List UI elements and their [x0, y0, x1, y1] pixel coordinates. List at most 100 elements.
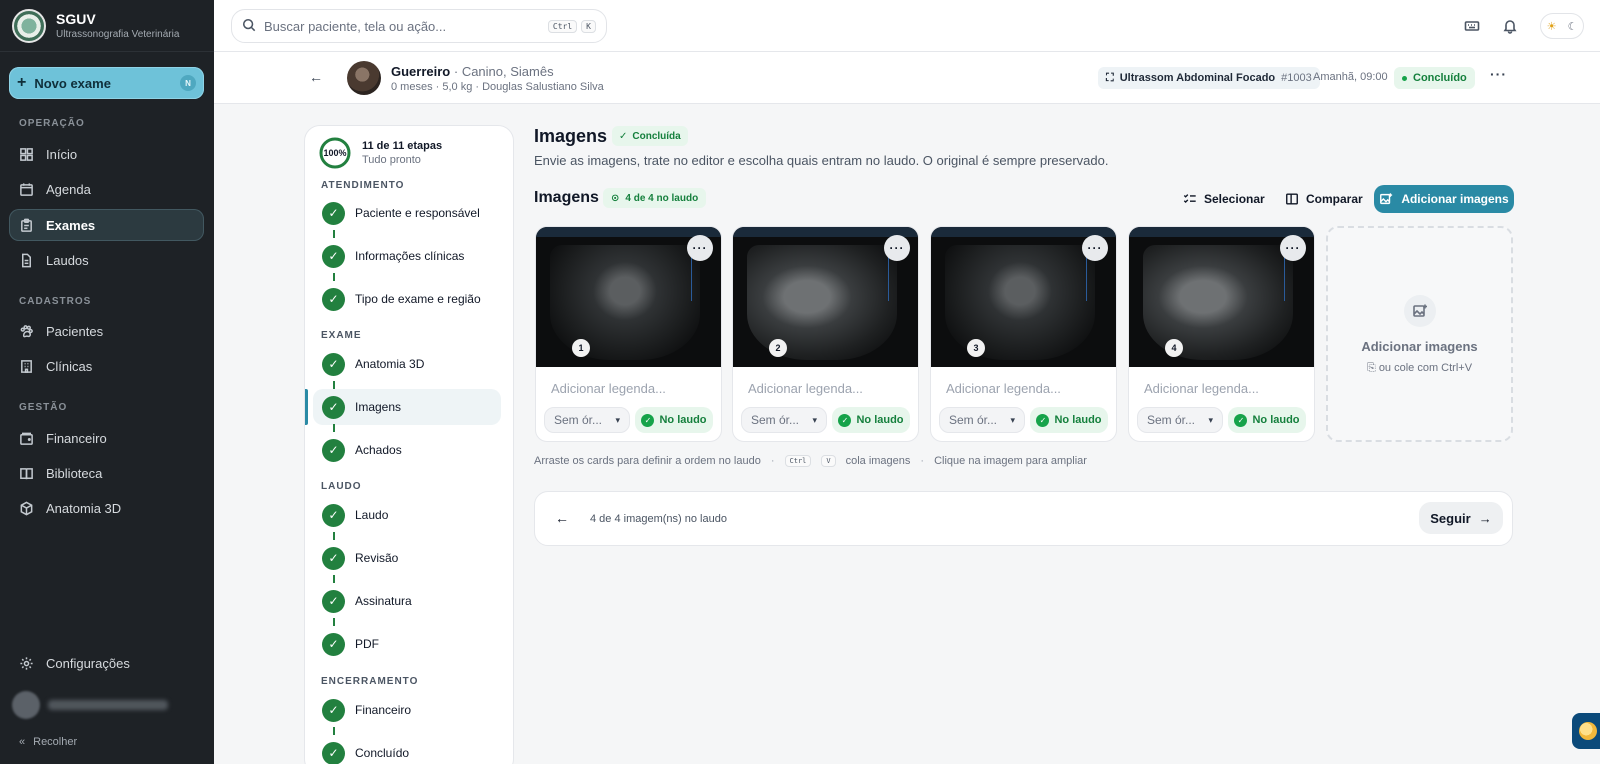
book-icon: [20, 467, 33, 479]
more-options-icon[interactable]: ···: [687, 235, 713, 261]
next-button[interactable]: Seguir →: [1419, 502, 1503, 534]
collapse-sidebar-button[interactable]: « Recolher: [19, 736, 77, 748]
sidebar-item-inicio[interactable]: Início: [9, 138, 204, 170]
title-status-badge: ✓ Concluída: [612, 126, 688, 146]
in-report-toggle[interactable]: ✓ No laudo: [635, 407, 713, 433]
topbar: Buscar paciente, tela ou ação... Ctrl K …: [214, 0, 1600, 52]
sidebar-item-biblioteca[interactable]: Biblioteca: [9, 457, 204, 489]
sidebar-item-configuracoes[interactable]: Configurações: [9, 647, 204, 679]
step-anatomia-3d[interactable]: ✓ Anatomia 3D: [313, 346, 501, 382]
check-icon: ✓: [322, 741, 345, 764]
section-label-gestao: GESTÃO: [19, 402, 68, 413]
sidebar-item-label: Anatomia 3D: [46, 500, 122, 516]
check-icon: ✓: [322, 395, 345, 419]
organ-select[interactable]: Sem ór... ▾: [1137, 407, 1223, 433]
back-arrow-icon[interactable]: ←: [309, 69, 323, 85]
theme-toggle[interactable]: ☀ ☾: [1540, 13, 1584, 39]
step-assinatura[interactable]: ✓ Assinatura: [313, 583, 501, 619]
hint-separator: ·: [920, 455, 925, 467]
organ-select[interactable]: Sem ór... ▾: [939, 407, 1025, 433]
step-imagens[interactable]: ✓ Imagens: [313, 389, 501, 425]
compare-button[interactable]: Comparar: [1277, 186, 1371, 212]
search-placeholder: Buscar paciente, tela ou ação...: [264, 18, 447, 34]
image-card[interactable]: 3 ··· Adicionar legenda... Sem ór... ▾ ✓ N…: [930, 226, 1117, 442]
exam-datetime: Amanhã, 09:00: [1313, 71, 1388, 83]
gear-icon: [20, 656, 33, 670]
status-dot-icon: [1402, 75, 1407, 81]
in-report-toggle[interactable]: ✓ No laudo: [832, 407, 910, 433]
step-label: Paciente e responsável: [355, 206, 480, 220]
image-card[interactable]: 4 ··· Adicionar legenda... Sem ór... ▾ ✓ N…: [1128, 226, 1315, 442]
bell-icon[interactable]: [1502, 18, 1518, 34]
chevron-down-icon: ▾: [615, 414, 620, 425]
more-options-icon[interactable]: ···: [1490, 66, 1507, 82]
more-options-icon[interactable]: ···: [884, 235, 910, 261]
step-achados[interactable]: ✓ Achados: [313, 432, 501, 468]
step-pdf[interactable]: ✓ PDF: [313, 626, 501, 662]
chat-widget-button[interactable]: [1572, 713, 1600, 749]
sidebar-item-laudos[interactable]: Laudos: [9, 244, 204, 276]
back-arrow-icon[interactable]: ←: [555, 510, 569, 526]
select-label: Selecionar: [1204, 192, 1265, 206]
steps-status: Tudo pronto: [362, 154, 421, 166]
patient-header: ← Guerreiro · Canino, Siamês 0 meses · 5…: [214, 52, 1600, 104]
step-tipo-exame[interactable]: ✓ Tipo de exame e região: [313, 281, 501, 317]
brand[interactable]: SGUV Ultrassonografia Veterinária: [0, 0, 214, 52]
sidebar-item-exames[interactable]: Exames: [9, 209, 204, 241]
image-card[interactable]: 1 ··· Adicionar legenda... Sem ór... ▾ ✓ N…: [535, 226, 722, 442]
step-financeiro[interactable]: ✓ Financeiro: [313, 692, 501, 728]
exam-type-chip[interactable]: ⛶ Ultrassom Abdominal Focado #1003: [1098, 67, 1320, 89]
search-input[interactable]: Buscar paciente, tela ou ação... Ctrl K: [231, 9, 607, 43]
check-icon: ✓: [322, 632, 345, 656]
image-card[interactable]: 2 ··· Adicionar legenda... Sem ór... ▾ ✓ N…: [732, 226, 919, 442]
user-profile[interactable]: [12, 690, 202, 720]
new-exam-button[interactable]: + Novo exame N: [9, 67, 204, 99]
in-report-toggle[interactable]: ✓ No laudo: [1030, 407, 1108, 433]
step-laudo[interactable]: ✓ Laudo: [313, 497, 501, 533]
hint-kbd-ctrl: Ctrl: [784, 455, 812, 467]
add-images-button[interactable]: Adicionar imagens: [1374, 185, 1514, 213]
step-concluido[interactable]: ✓ Concluído: [313, 735, 501, 764]
organ-select[interactable]: Sem ór... ▾: [544, 407, 630, 433]
more-options-icon[interactable]: ···: [1280, 235, 1306, 261]
search-shortcut-k: K: [581, 19, 596, 33]
active-step-indicator: [305, 389, 308, 425]
new-exam-shortcut: N: [180, 75, 196, 91]
clipboard-icon: ⎘: [1366, 362, 1379, 374]
add-images-label: Adicionar imagens: [1401, 192, 1509, 206]
step-informacoes-clinicas[interactable]: ✓ Informações clínicas: [313, 238, 501, 274]
organ-select-value: Sem ór...: [554, 413, 603, 427]
organ-select[interactable]: Sem ór... ▾: [741, 407, 827, 433]
progress-percent: 100%: [323, 148, 347, 158]
sidebar-item-financeiro[interactable]: Financeiro: [9, 422, 204, 454]
image-plus-icon: [1380, 193, 1393, 205]
add-images-dropzone[interactable]: Adicionar imagens ⎘ ou cole com Ctrl+V: [1326, 226, 1513, 442]
caption-input[interactable]: Adicionar legenda...: [946, 381, 1061, 396]
sidebar-item-label: Laudos: [46, 252, 89, 268]
scan-icon: ⛶: [1106, 71, 1114, 84]
check-icon: ✓: [838, 413, 852, 427]
keyboard-icon[interactable]: [1464, 18, 1480, 34]
step-label: Informações clínicas: [355, 249, 465, 263]
patient-species: · Canino, Siamês: [453, 64, 554, 79]
file-icon: [22, 253, 31, 267]
patient-name: Guerreiro · Canino, Siamês: [391, 64, 554, 79]
caption-input[interactable]: Adicionar legenda...: [551, 381, 666, 396]
step-label: Revisão: [355, 551, 399, 565]
sidebar-item-pacientes[interactable]: Pacientes: [9, 315, 204, 347]
caption-input[interactable]: Adicionar legenda...: [1144, 381, 1259, 396]
sidebar-item-label: Pacientes: [46, 323, 104, 339]
caption-input[interactable]: Adicionar legenda...: [748, 381, 863, 396]
step-paciente[interactable]: ✓ Paciente e responsável: [313, 195, 501, 231]
step-revisao[interactable]: ✓ Revisão: [313, 540, 501, 576]
sidebar-item-agenda[interactable]: Agenda: [9, 173, 204, 205]
in-report-label: No laudo: [1252, 414, 1300, 426]
select-button[interactable]: Selecionar: [1175, 186, 1273, 212]
sidebar-item-label: Clínicas: [46, 358, 93, 374]
more-options-icon[interactable]: ···: [1082, 235, 1108, 261]
in-report-toggle[interactable]: ✓ No laudo: [1228, 407, 1306, 433]
sidebar-item-anatomia-3d[interactable]: Anatomia 3D: [9, 492, 204, 524]
gallery-hints: Arraste os cards para definir a ordem no…: [534, 455, 1087, 467]
sidebar-item-clinicas[interactable]: Clínicas: [9, 350, 204, 382]
chevron-down-icon: ▾: [1010, 414, 1015, 425]
